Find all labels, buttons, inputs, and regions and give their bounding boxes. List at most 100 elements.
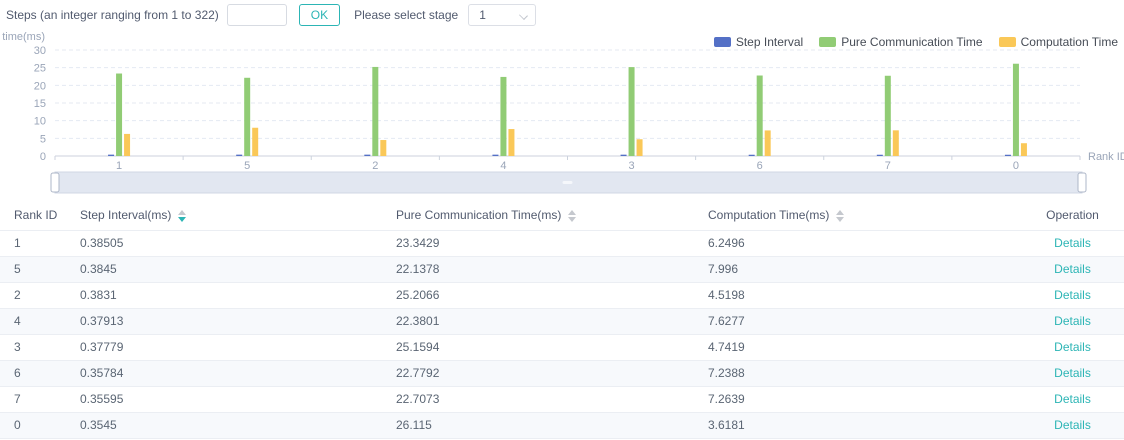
bar-computation-time[interactable]	[893, 130, 899, 156]
chart-legend: Step Interval Pure Communication Time Comp…	[714, 35, 1118, 49]
legend-item-pure-communication-time[interactable]: Pure Communication Time	[819, 35, 982, 49]
table-cell: 5	[0, 256, 80, 282]
y-tick-label: 5	[40, 133, 46, 145]
sort-caret-icon[interactable]	[568, 210, 576, 222]
table-cell: 4	[0, 308, 80, 334]
table-cell: 1	[0, 230, 80, 256]
datazoom-handle-right[interactable]	[1078, 173, 1086, 192]
table-cell: 0.38505	[80, 230, 396, 256]
bar-step-interval[interactable]	[108, 155, 114, 156]
details-link[interactable]: Details	[1054, 392, 1091, 406]
operation-cell: Details	[1021, 256, 1124, 282]
operation-cell: Details	[1021, 386, 1124, 412]
bar-computation-time[interactable]	[508, 129, 514, 156]
bar-pure-communication-time[interactable]	[1013, 64, 1019, 156]
legend-swatch	[714, 37, 731, 47]
steps-input[interactable]	[227, 4, 287, 26]
column-header-label: Rank ID	[14, 208, 57, 222]
bar-pure-communication-time[interactable]	[757, 76, 763, 156]
table-row: 70.3559522.70737.2639Details	[0, 386, 1124, 412]
table-cell: 0.35784	[80, 360, 396, 386]
details-link[interactable]: Details	[1054, 262, 1091, 276]
sort-caret-icon[interactable]	[178, 210, 186, 222]
bar-pure-communication-time[interactable]	[500, 77, 506, 156]
legend-item-step-interval[interactable]: Step Interval	[714, 35, 803, 49]
table-cell: 22.7073	[396, 386, 708, 412]
details-link[interactable]: Details	[1054, 366, 1091, 380]
ok-button[interactable]: OK	[299, 4, 340, 26]
details-link[interactable]: Details	[1054, 236, 1091, 250]
bar-computation-time[interactable]	[1021, 143, 1027, 156]
table-row: 20.383125.20664.5198Details	[0, 282, 1124, 308]
column-header-step-interval-ms-[interactable]: Step Interval(ms)	[80, 200, 396, 230]
bar-computation-time[interactable]	[124, 134, 130, 156]
bar-computation-time[interactable]	[380, 140, 386, 156]
table-cell: 2	[0, 282, 80, 308]
legend-swatch	[819, 37, 836, 47]
column-header-label: Pure Communication Time(ms)	[396, 208, 561, 222]
sort-caret-icon[interactable]	[836, 210, 844, 222]
bar-pure-communication-time[interactable]	[629, 67, 635, 156]
details-link[interactable]: Details	[1054, 288, 1091, 302]
x-tick-label: 0	[1013, 160, 1019, 172]
table-cell: 26.115	[396, 412, 708, 438]
details-link[interactable]: Details	[1054, 418, 1091, 432]
y-tick-label: 0	[40, 151, 46, 163]
x-tick-label: 2	[372, 160, 378, 172]
bar-step-interval[interactable]	[877, 155, 883, 156]
legend-item-computation-time[interactable]: Computation Time	[999, 35, 1118, 49]
datazoom-grip	[563, 181, 573, 184]
x-axis-title: Rank ID	[1088, 151, 1124, 163]
details-link[interactable]: Details	[1054, 340, 1091, 354]
table-cell: 23.3429	[396, 230, 708, 256]
bar-step-interval[interactable]	[364, 155, 370, 156]
chart-canvas: time(ms)051015202530Rank ID15243670	[0, 30, 1124, 200]
table-cell: 0.3845	[80, 256, 396, 282]
table-cell: 0	[0, 412, 80, 438]
details-link[interactable]: Details	[1054, 314, 1091, 328]
bar-step-interval[interactable]	[492, 155, 498, 156]
bar-pure-communication-time[interactable]	[885, 76, 891, 156]
column-header-label: Computation Time(ms)	[708, 208, 829, 222]
column-header-label: Step Interval(ms)	[80, 208, 171, 222]
bar-computation-time[interactable]	[252, 128, 258, 156]
operation-cell: Details	[1021, 412, 1124, 438]
table-cell: 0.37913	[80, 308, 396, 334]
bar-computation-time[interactable]	[765, 130, 771, 156]
bar-step-interval[interactable]	[621, 155, 627, 156]
bar-chart: time(ms)051015202530Rank ID15243670 Step…	[0, 30, 1124, 200]
bar-step-interval[interactable]	[236, 155, 242, 156]
table-cell: 4.5198	[708, 282, 1021, 308]
table-body: 10.3850523.34296.2496Details50.384522.13…	[0, 230, 1124, 438]
datazoom-handle-left[interactable]	[51, 173, 59, 192]
y-tick-label: 25	[34, 63, 46, 75]
table-header-row: Rank ID Step Interval(ms) Pure Communicati…	[0, 200, 1124, 230]
steps-label: Steps (an integer ranging from 1 to 322)	[6, 8, 219, 22]
bar-pure-communication-time[interactable]	[116, 74, 122, 156]
table-cell: 25.1594	[396, 334, 708, 360]
caret-down-icon	[178, 217, 186, 222]
column-header-pure-communication-time-ms-[interactable]: Pure Communication Time(ms)	[396, 200, 708, 230]
bar-pure-communication-time[interactable]	[244, 78, 250, 156]
table-row: 40.3791322.38017.6277Details	[0, 308, 1124, 334]
table-cell: 4.7419	[708, 334, 1021, 360]
bar-computation-time[interactable]	[637, 139, 643, 156]
table-cell: 7.2639	[708, 386, 1021, 412]
caret-up-icon	[836, 210, 844, 215]
chevron-down-icon	[519, 11, 528, 20]
caret-down-icon	[836, 217, 844, 222]
table-row: 10.3850523.34296.2496Details	[0, 230, 1124, 256]
bar-pure-communication-time[interactable]	[372, 67, 378, 156]
x-tick-label: 4	[500, 160, 506, 172]
table-cell: 7.2388	[708, 360, 1021, 386]
column-header-computation-time-ms-[interactable]: Computation Time(ms)	[708, 200, 1021, 230]
x-tick-label: 6	[757, 160, 763, 172]
table-cell: 0.35595	[80, 386, 396, 412]
bar-step-interval[interactable]	[749, 155, 755, 156]
stage-select[interactable]: 1	[468, 4, 536, 26]
y-axis-title: time(ms)	[2, 31, 45, 43]
caret-up-icon	[178, 210, 186, 215]
rank-table: Rank ID Step Interval(ms) Pure Communicati…	[0, 200, 1124, 439]
operation-cell: Details	[1021, 360, 1124, 386]
bar-step-interval[interactable]	[1005, 155, 1011, 156]
